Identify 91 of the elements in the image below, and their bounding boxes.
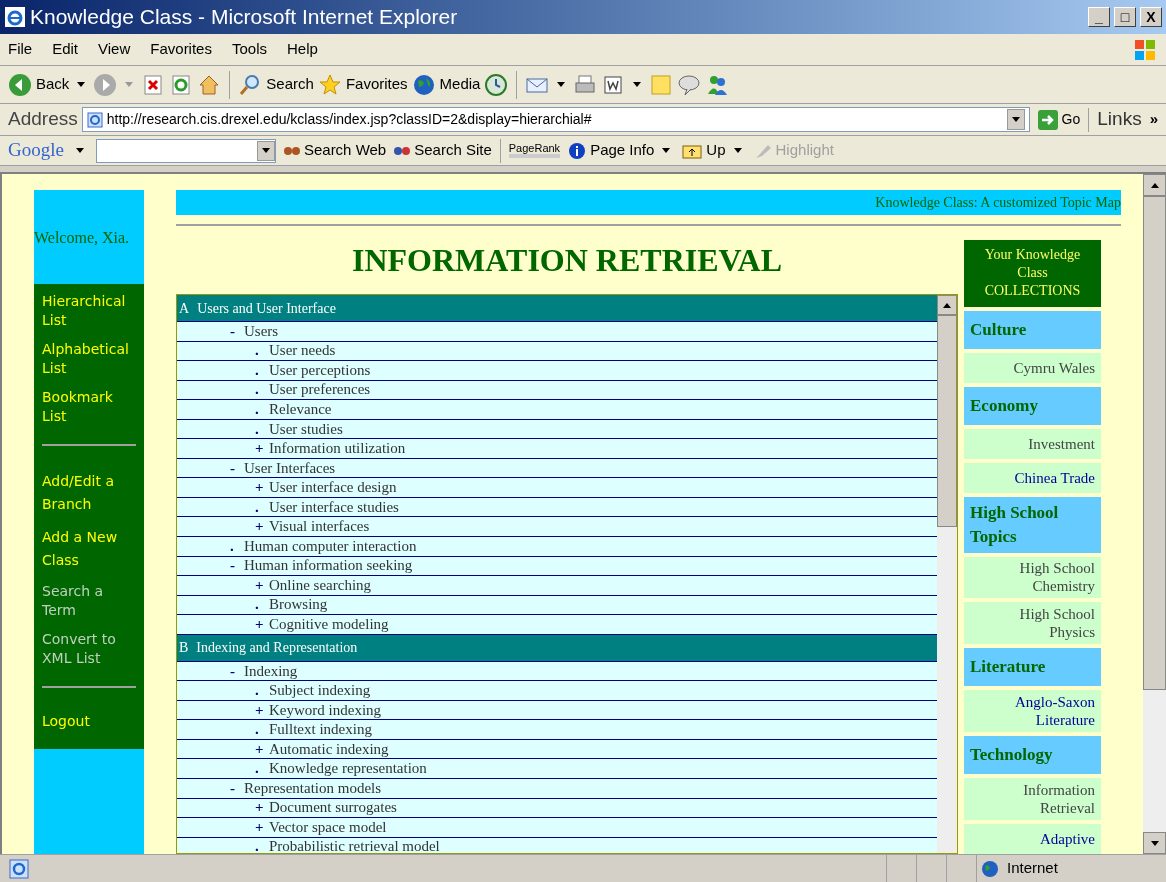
- more-button[interactable]: »: [1149, 108, 1158, 131]
- section-header[interactable]: A Users and User Interface: [177, 295, 937, 322]
- dropdown-button[interactable]: [1006, 109, 1025, 130]
- nav-link[interactable]: Logout: [42, 712, 136, 731]
- up-arrow-icon: [943, 302, 951, 308]
- tree-item[interactable]: + Visual interfaces: [177, 517, 937, 537]
- browser-icon: [4, 6, 26, 28]
- forward-icon[interactable]: [93, 72, 118, 97]
- google-search-field[interactable]: [95, 138, 276, 163]
- binoculars-icon: [283, 146, 300, 155]
- nav-link[interactable]: Alphabetical List: [42, 340, 136, 378]
- caret-icon[interactable]: [75, 148, 84, 153]
- collections-title: Your Knowledge Class COLLECTIONS: [983, 246, 1082, 301]
- zone-label: Internet: [1007, 858, 1058, 879]
- down-arrow-icon: [1011, 117, 1020, 122]
- menu-item[interactable]: Help: [287, 38, 318, 61]
- tree-item[interactable]: - Human information seeking: [177, 556, 937, 577]
- scroll-up-button[interactable]: [1143, 174, 1166, 196]
- chat-bubble-icon[interactable]: [677, 72, 702, 97]
- star-icon[interactable]: [317, 72, 342, 97]
- down-arrow-icon: [261, 148, 270, 153]
- window-control-button[interactable]: □: [1114, 7, 1136, 27]
- nav-link[interactable]: Bookmark List: [42, 388, 136, 426]
- globe-icon: [981, 859, 999, 878]
- dropdown-button[interactable]: [256, 140, 275, 161]
- collection-link[interactable]: Information Retrieval: [964, 778, 1101, 820]
- toolbar-button[interactable]: PageRank: [508, 143, 561, 158]
- scroll-down-button[interactable]: [1143, 832, 1166, 854]
- tree-item[interactable]: . User preferences: [177, 380, 937, 401]
- window-control-button[interactable]: _: [1088, 7, 1110, 27]
- page-icon: [86, 111, 103, 128]
- caret-icon[interactable]: [557, 82, 566, 87]
- menu-item[interactable]: Tools: [231, 38, 267, 61]
- banner-text: Knowledge Class: A customized Topic Map: [875, 194, 1121, 212]
- collection-category[interactable]: High School Topics: [964, 496, 1101, 553]
- collection-category[interactable]: Technology: [964, 736, 1101, 775]
- nav-link[interactable]: Add a New Class: [42, 526, 136, 572]
- nav-link[interactable]: Hierarchical List: [42, 292, 136, 330]
- caret-icon[interactable]: [633, 82, 642, 87]
- menu-item[interactable]: Favorites: [150, 38, 212, 61]
- collection-link[interactable]: Chinea Trade: [964, 462, 1101, 493]
- window-control-button[interactable]: X: [1140, 7, 1162, 27]
- scroll-thumb[interactable]: [937, 315, 957, 527]
- collection-link[interactable]: High School Physics: [964, 602, 1101, 645]
- links-button[interactable]: Links: [1093, 105, 1146, 134]
- globe-icon[interactable]: [411, 72, 436, 97]
- menu-item[interactable]: View: [98, 38, 131, 61]
- menu-item[interactable]: File: [8, 38, 33, 61]
- toolbar-button[interactable]: Search Site: [414, 139, 492, 162]
- collection-link[interactable]: Cymru Wales: [964, 352, 1101, 383]
- collection-category[interactable]: Literature: [964, 648, 1101, 687]
- window-title: Knowledge Class - Microsoft Internet Explorer: [30, 4, 459, 31]
- page-scrollbar[interactable]: [1143, 174, 1166, 854]
- back-icon[interactable]: [8, 72, 32, 97]
- address-field[interactable]: http://research.cis.drexel.edu/kclass/index.jsp?classID=2&display=hierarchial#: [81, 107, 1030, 132]
- history-icon[interactable]: [484, 72, 509, 97]
- favorites-button[interactable]: Favorites: [345, 73, 408, 96]
- caret-icon[interactable]: [77, 82, 86, 87]
- down-arrow-icon: [1150, 840, 1159, 846]
- collection-link[interactable]: High School Chemistry: [964, 556, 1101, 599]
- scroll-thumb[interactable]: [1143, 196, 1166, 690]
- page-heading: INFORMATION RETRIEVAL: [352, 241, 782, 280]
- caret-icon[interactable]: [733, 148, 742, 153]
- tree-item[interactable]: + Information utilization: [177, 439, 937, 459]
- caret-icon[interactable]: [662, 148, 671, 153]
- toolbar-button[interactable]: Page Info: [590, 139, 655, 162]
- folder-up-icon: [682, 142, 703, 159]
- up-arrow-icon: [1150, 182, 1159, 188]
- address-label: Address: [8, 107, 78, 132]
- back-button[interactable]: Back: [36, 73, 70, 96]
- collection-category[interactable]: Culture: [964, 310, 1101, 349]
- search-button[interactable]: Search: [266, 73, 314, 96]
- page-icon: [8, 857, 30, 880]
- go-button[interactable]: Go: [1033, 109, 1085, 130]
- binoculars-icon: [394, 146, 411, 155]
- collection-link[interactable]: Anglo-Saxon Literature: [964, 690, 1101, 733]
- toolbar-button[interactable]: Search Web: [303, 139, 387, 162]
- google-logo[interactable]: Google: [8, 136, 64, 165]
- collection-link[interactable]: Adaptive: [964, 824, 1101, 854]
- section-header[interactable]: B Indexing and Representation: [177, 634, 937, 662]
- scroll-up-button[interactable]: [937, 295, 957, 315]
- menu-item[interactable]: Edit: [52, 38, 79, 61]
- tree-item[interactable]: + User interface design: [177, 478, 937, 498]
- collection-link[interactable]: Investment: [964, 428, 1101, 459]
- collection-category[interactable]: Economy: [964, 386, 1101, 425]
- info-icon: [568, 141, 587, 160]
- nav-link[interactable]: Add/Edit a Branch: [42, 470, 136, 516]
- scrollbar[interactable]: [937, 295, 957, 853]
- toolbar-button[interactable]: Up: [706, 139, 726, 162]
- media-button[interactable]: Media: [439, 73, 481, 96]
- welcome-text: Welcome, Xia.: [34, 227, 130, 248]
